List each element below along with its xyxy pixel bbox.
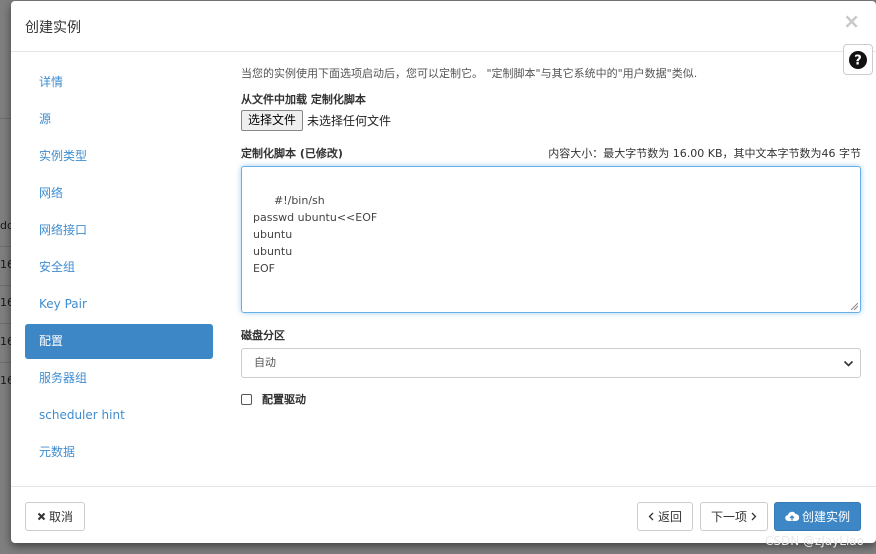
resize-grip-icon[interactable] bbox=[850, 302, 858, 310]
choose-file-button[interactable]: 选择文件 bbox=[241, 110, 304, 131]
nav-item-source[interactable]: 源 bbox=[25, 102, 213, 137]
nav-item-network-ports[interactable]: 网络接口 bbox=[25, 213, 213, 248]
question-circle-icon: ? bbox=[849, 50, 867, 69]
disk-partition-value: 自动 bbox=[254, 356, 276, 369]
help-button[interactable]: ? bbox=[843, 44, 873, 75]
nav-item-configuration[interactable]: 配置 bbox=[25, 324, 213, 359]
load-from-file-label: 从文件中加载 定制化脚本 bbox=[241, 93, 366, 106]
close-icon[interactable]: × bbox=[843, 11, 860, 31]
create-instance-button[interactable]: 创建实例 bbox=[774, 502, 861, 531]
customization-script-textarea[interactable]: #!/bin/sh passwd ubuntu<<EOF ubuntu ubun… bbox=[241, 166, 861, 313]
times-icon bbox=[37, 512, 46, 521]
create-instance-label: 创建实例 bbox=[801, 510, 850, 524]
config-drive-checkbox[interactable] bbox=[241, 393, 252, 405]
chevron-right-icon bbox=[751, 512, 757, 521]
nav-item-networks[interactable]: 网络 bbox=[25, 176, 213, 211]
file-status-text: 未选择任何文件 bbox=[307, 114, 392, 128]
modal-footer: 取消 返回 下一项 创建实例 bbox=[11, 486, 876, 543]
next-button[interactable]: 下一项 bbox=[700, 502, 768, 531]
wizard-nav: 详情 源 实例类型 网络 网络接口 安全组 Key Pair 配置 服务器组 s… bbox=[25, 65, 213, 472]
disk-partition-label: 磁盘分区 bbox=[241, 329, 285, 342]
script-label-row: 定制化脚本 (已修改) 内容大小：最大字节数为 16.00 KB，其中文本字节数… bbox=[241, 145, 861, 161]
nav-item-scheduler-hints[interactable]: scheduler hint bbox=[25, 398, 213, 433]
config-drive-label: 配置驱动 bbox=[262, 393, 306, 406]
file-picker: 选择文件 未选择任何文件 bbox=[241, 110, 391, 131]
modal-title: 创建实例 bbox=[25, 20, 81, 36]
nav-item-server-groups[interactable]: 服务器组 bbox=[25, 361, 213, 396]
nav-item-metadata[interactable]: 元数据 bbox=[25, 435, 213, 470]
help-text: 当您的实例使用下面选项启动后，您可以定制它。 "定制脚本"与其它系统中的"用户数… bbox=[241, 67, 698, 80]
modal-header: 创建实例 × bbox=[11, 1, 876, 52]
nav-item-security-groups[interactable]: 安全组 bbox=[25, 250, 213, 285]
cancel-button[interactable]: 取消 bbox=[25, 502, 85, 531]
chevron-left-icon bbox=[648, 512, 654, 521]
nav-item-details[interactable]: 详情 bbox=[25, 65, 213, 100]
content-size-note: 内容大小：最大字节数为 16.00 KB，其中文本字节数为46 字节 bbox=[548, 147, 861, 160]
script-content: #!/bin/sh passwd ubuntu<<EOF ubuntu ubun… bbox=[253, 194, 378, 275]
nav-item-flavor[interactable]: 实例类型 bbox=[25, 139, 213, 174]
cancel-label: 取消 bbox=[48, 510, 73, 524]
back-label: 返回 bbox=[657, 510, 682, 524]
create-instance-dialog: 创建实例 × ? 详情 源 实例类型 网络 网络接口 安全组 Key Pair … bbox=[11, 1, 876, 543]
nav-item-key-pair[interactable]: Key Pair bbox=[25, 287, 213, 322]
chevron-down-icon bbox=[843, 360, 854, 367]
disk-partition-select[interactable]: 自动 bbox=[241, 348, 861, 378]
watermark: CSDN @zJayLiao bbox=[764, 534, 864, 548]
customization-script-label: 定制化脚本 (已修改) bbox=[241, 147, 343, 160]
config-drive-row: 配置驱动 bbox=[241, 391, 306, 407]
next-label: 下一项 bbox=[710, 510, 747, 524]
back-button[interactable]: 返回 bbox=[637, 502, 693, 531]
cloud-upload-icon bbox=[785, 511, 799, 522]
svg-text:?: ? bbox=[854, 53, 862, 68]
